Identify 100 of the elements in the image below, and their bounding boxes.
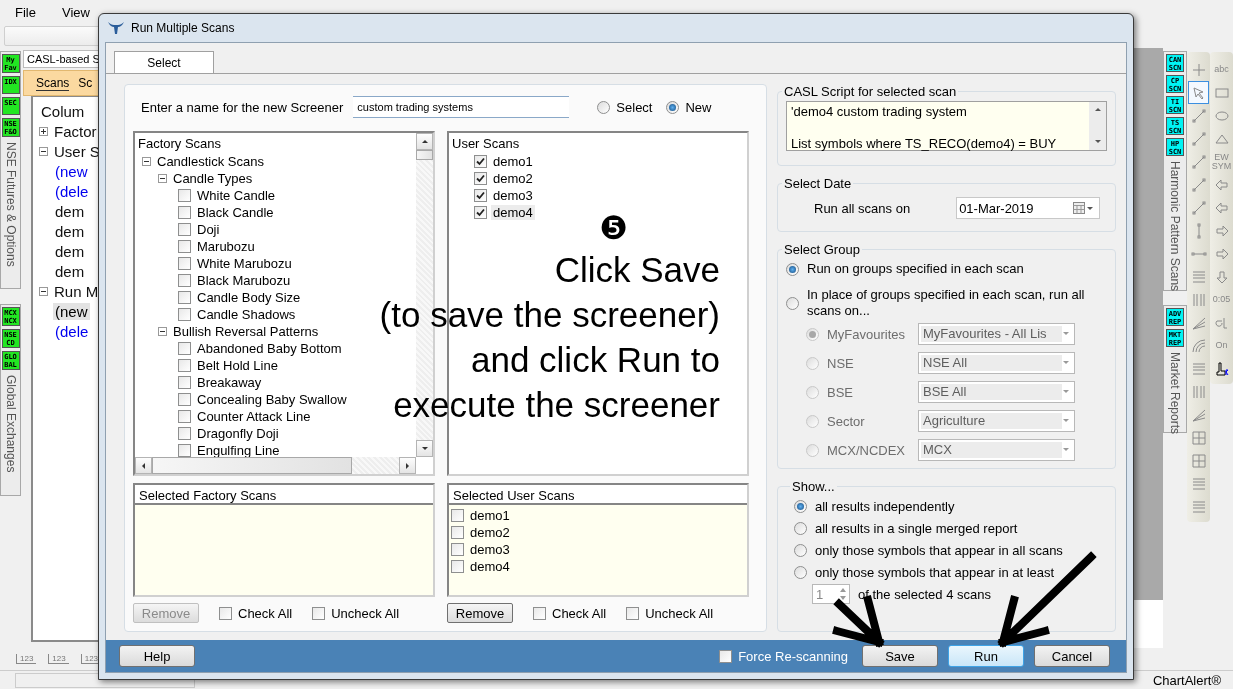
checkbox[interactable] bbox=[178, 444, 191, 457]
checkbox[interactable] bbox=[312, 606, 326, 620]
tree-item[interactable]: dem bbox=[53, 262, 87, 280]
tree-item[interactable]: Candle Body Size bbox=[195, 290, 303, 305]
tree-item[interactable]: Belt Hold Line bbox=[195, 358, 280, 373]
help-button[interactable]: Help bbox=[119, 645, 195, 667]
level-lines-icon[interactable] bbox=[1190, 475, 1207, 492]
remove-button[interactable]: Remove bbox=[447, 603, 513, 623]
checkbox[interactable] bbox=[451, 509, 464, 522]
tree-item[interactable]: dem bbox=[53, 242, 87, 260]
radio-button[interactable] bbox=[794, 566, 807, 579]
dialog-button[interactable]: Cancel bbox=[1034, 645, 1110, 667]
tree-item[interactable]: Black Marubozu bbox=[195, 273, 293, 288]
checkbox[interactable] bbox=[178, 359, 191, 372]
expand-icon[interactable] bbox=[39, 126, 48, 136]
scroll-right-button[interactable] bbox=[399, 457, 416, 474]
tree-item[interactable]: Breakaway bbox=[195, 375, 264, 390]
scroll-left-button[interactable] bbox=[135, 457, 152, 474]
tree-item[interactable]: Dragonfly Doji bbox=[195, 426, 281, 441]
list-item[interactable]: demo1 bbox=[468, 508, 512, 523]
checkbox[interactable] bbox=[178, 223, 191, 236]
checkbox[interactable] bbox=[178, 257, 191, 270]
collapse-icon[interactable] bbox=[39, 146, 48, 156]
tree-item[interactable]: dem bbox=[53, 222, 87, 240]
tree-item[interactable]: demo3 bbox=[491, 188, 535, 203]
dialog-button[interactable]: Save bbox=[862, 645, 938, 667]
menu-item[interactable]: File bbox=[15, 4, 36, 20]
scroll-up-button[interactable] bbox=[416, 133, 433, 150]
checkbox[interactable] bbox=[533, 606, 546, 620]
checkbox[interactable] bbox=[178, 308, 191, 321]
line-tool-icon[interactable] bbox=[1190, 130, 1207, 147]
tree-item[interactable]: demo1 bbox=[491, 154, 535, 169]
checkbox[interactable] bbox=[451, 560, 464, 573]
checkbox[interactable] bbox=[626, 606, 640, 620]
scrollbar[interactable] bbox=[135, 457, 416, 474]
tree-item[interactable]: White Marubozu bbox=[195, 256, 294, 271]
scrollbar[interactable] bbox=[1089, 102, 1106, 150]
plus-icon[interactable] bbox=[1190, 61, 1207, 78]
tree-item[interactable]: (dele bbox=[53, 182, 91, 200]
tree-item[interactable]: Engulfing Line bbox=[195, 443, 282, 457]
dialog-button[interactable]: Run bbox=[948, 645, 1024, 667]
checkbox[interactable] bbox=[178, 274, 191, 287]
checkbox[interactable] bbox=[451, 543, 464, 556]
axis-tool[interactable]: 123 bbox=[48, 654, 69, 664]
checkbox[interactable] bbox=[178, 206, 191, 219]
checkbox[interactable] bbox=[474, 155, 487, 168]
panel-tab[interactable]: Sc bbox=[78, 76, 93, 90]
collapse-icon[interactable] bbox=[39, 286, 48, 296]
tree-item[interactable]: Factor bbox=[52, 122, 99, 140]
list-item[interactable]: demo2 bbox=[468, 525, 512, 540]
grid-icon[interactable] bbox=[1190, 452, 1207, 469]
list-item[interactable]: demo4 bbox=[468, 559, 512, 574]
tree-item[interactable]: Bullish Reversal Patterns bbox=[171, 324, 321, 339]
checkbox[interactable] bbox=[474, 172, 487, 185]
level-lines-icon[interactable] bbox=[1190, 360, 1207, 377]
tree-item[interactable]: demo2 bbox=[491, 171, 535, 186]
collapse-icon[interactable] bbox=[158, 174, 167, 183]
arcs-icon[interactable] bbox=[1190, 337, 1207, 354]
name-field[interactable]: custom trading systems bbox=[353, 96, 570, 118]
line-tool-icon[interactable] bbox=[1190, 107, 1207, 124]
tree-item[interactable]: Counter Attack Line bbox=[195, 409, 313, 424]
number-spinner[interactable]: 1 bbox=[812, 584, 850, 604]
tree-item[interactable]: Marubozu bbox=[195, 239, 257, 254]
tree-item[interactable]: Black Candle bbox=[195, 205, 276, 220]
checkbox[interactable] bbox=[219, 606, 232, 620]
tree-item[interactable]: Abandoned Baby Bottom bbox=[195, 341, 344, 356]
tree-item[interactable]: Doji bbox=[195, 222, 222, 237]
calendar-icon[interactable] bbox=[1073, 202, 1096, 214]
scroll-down-button[interactable] bbox=[416, 440, 433, 457]
collapse-icon[interactable] bbox=[158, 327, 167, 336]
checkbox[interactable] bbox=[474, 206, 487, 219]
tab[interactable]: Select bbox=[114, 51, 214, 73]
tree-item[interactable]: (dele bbox=[53, 322, 91, 340]
checkbox[interactable] bbox=[178, 291, 191, 304]
tree-item[interactable]: Candle Types bbox=[171, 171, 255, 186]
checkbox[interactable] bbox=[178, 240, 191, 253]
tree-item[interactable]: (new bbox=[53, 302, 90, 320]
line-tool-icon[interactable] bbox=[1190, 153, 1207, 170]
line-tool-icon[interactable] bbox=[1190, 176, 1207, 193]
radio-button[interactable] bbox=[597, 100, 611, 114]
scroll-thumb[interactable] bbox=[152, 457, 352, 474]
vertical-bars-icon[interactable] bbox=[1190, 383, 1207, 400]
level-lines-icon[interactable] bbox=[1190, 268, 1207, 285]
line-tool-icon[interactable] bbox=[1190, 199, 1207, 216]
panel-tab[interactable]: Scans bbox=[36, 75, 70, 91]
tree-item[interactable]: Candlestick Scans bbox=[155, 154, 266, 169]
radio-button[interactable] bbox=[794, 500, 807, 513]
menu-item[interactable]: View bbox=[61, 4, 90, 20]
date-field[interactable]: 01-Mar-2019 bbox=[956, 197, 1101, 219]
level-lines-icon[interactable] bbox=[1190, 498, 1207, 515]
tree-item[interactable]: Concealing Baby Swallow bbox=[195, 392, 349, 407]
checkbox[interactable] bbox=[474, 189, 487, 202]
scroll-thumb[interactable] bbox=[416, 150, 433, 160]
checkbox[interactable] bbox=[178, 376, 191, 389]
axis-tool[interactable]: 123 bbox=[16, 654, 37, 664]
list-item[interactable]: demo3 bbox=[468, 542, 512, 557]
radio-button[interactable] bbox=[794, 544, 807, 557]
vertical-bars-icon[interactable] bbox=[1190, 291, 1207, 308]
tree-item[interactable]: Colum bbox=[39, 102, 87, 120]
cursor-icon[interactable] bbox=[1213, 360, 1230, 377]
